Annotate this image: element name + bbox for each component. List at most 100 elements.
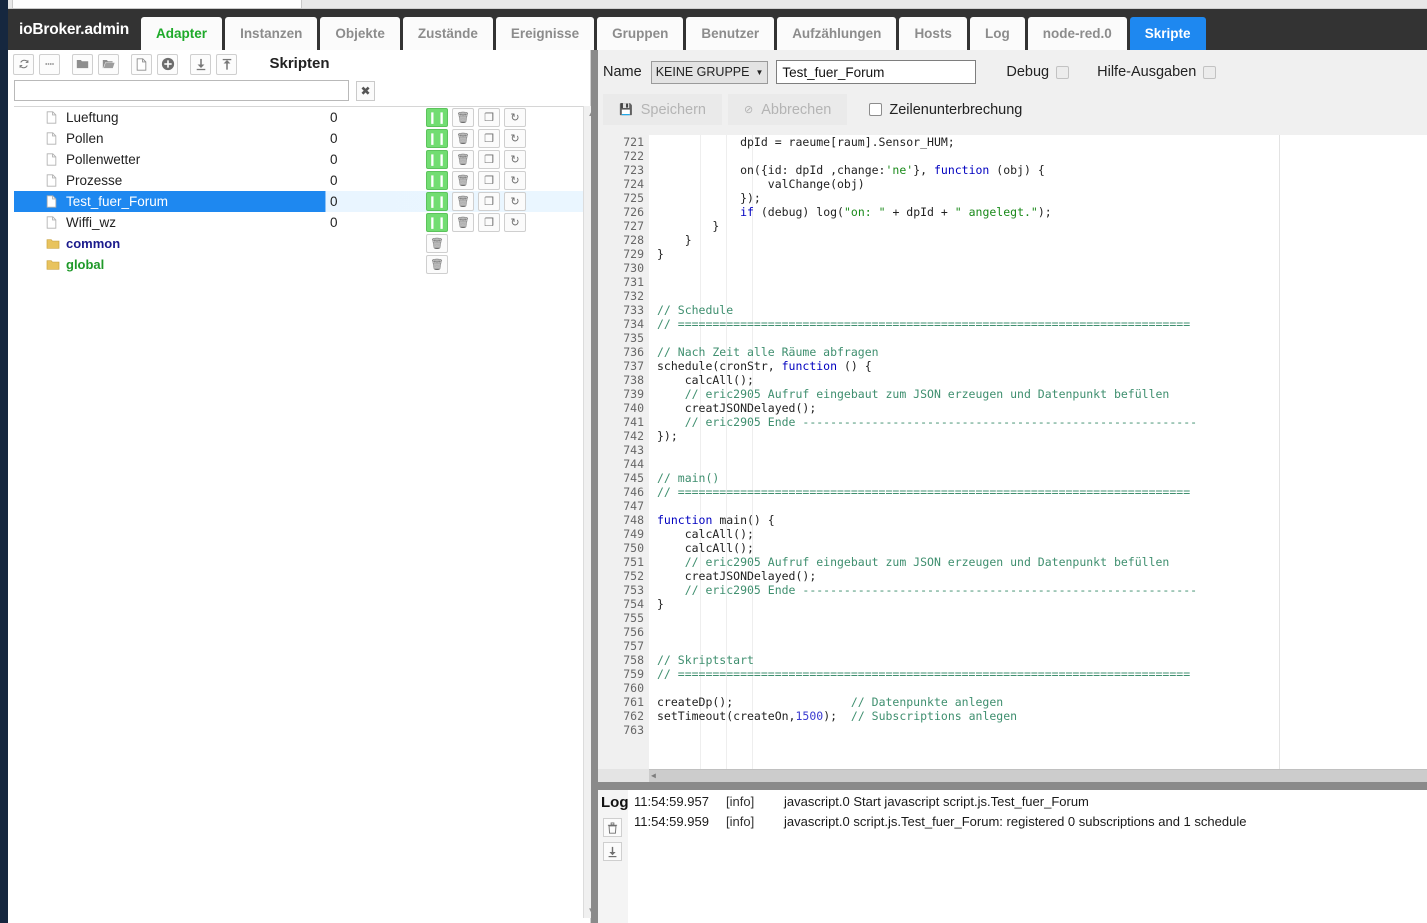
row-action-group: ❙❙ 🗑 ❐ ↻ xyxy=(426,171,526,190)
tab-log[interactable]: Log xyxy=(969,17,1025,50)
pause-icon[interactable]: ❙❙ xyxy=(426,213,448,232)
copy-icon[interactable]: ❐ xyxy=(478,213,500,232)
log-download-button[interactable] xyxy=(603,842,622,861)
tab-objekte[interactable]: Objekte xyxy=(320,17,400,50)
line-number: 754 xyxy=(623,597,644,611)
copy-icon[interactable]: ❐ xyxy=(478,108,500,127)
group-select[interactable]: KEINE GRUPPE ▼ xyxy=(650,60,769,84)
add-script-icon[interactable] xyxy=(157,53,178,75)
tab-adapter[interactable]: Adapter xyxy=(141,17,223,50)
log-clear-button[interactable] xyxy=(603,818,622,837)
script-name-input[interactable] xyxy=(776,60,977,84)
delete-icon[interactable]: 🗑 xyxy=(426,234,448,253)
folder-row[interactable]: global 🗑 xyxy=(14,254,585,275)
code-line: valChange(obj) xyxy=(657,177,865,191)
wrap-checkbox-group: Zeilenunterbrechung xyxy=(869,102,1029,118)
script-row[interactable]: Pollenwetter 0 ❙❙ 🗑 ❐ ↻ xyxy=(14,149,585,170)
delete-icon[interactable]: 🗑 xyxy=(452,171,474,190)
delete-icon[interactable]: 🗑 xyxy=(452,150,474,169)
name-label: Name xyxy=(603,64,642,80)
script-instance-count: 0 xyxy=(330,194,338,209)
restart-icon[interactable]: ↻ xyxy=(504,129,526,148)
debug-checkbox[interactable] xyxy=(1056,65,1070,79)
folder-open-icon[interactable] xyxy=(98,53,119,75)
copy-icon[interactable]: ❐ xyxy=(478,150,500,169)
download-icon[interactable] xyxy=(190,53,211,75)
debug-label: Debug xyxy=(1006,64,1050,80)
delete-icon[interactable]: 🗑 xyxy=(452,108,474,127)
main-tab-bar: ioBroker.admin Adapter Instanzen Objekte Zu… xyxy=(8,9,1427,50)
tab-node-red-0[interactable]: node-red.0 xyxy=(1027,17,1127,50)
folder-row[interactable]: common 🗑 xyxy=(14,233,585,254)
pause-icon[interactable]: ❙❙ xyxy=(426,108,448,127)
pause-icon[interactable]: ❙❙ xyxy=(426,150,448,169)
script-row[interactable]: Prozesse 0 ❙❙ 🗑 ❐ ↻ xyxy=(14,170,585,191)
log-splitter[interactable] xyxy=(598,782,1427,790)
tab-skripte[interactable]: Skripte xyxy=(1129,17,1206,50)
line-number: 721 xyxy=(623,135,644,149)
delete-icon[interactable]: 🗑 xyxy=(426,255,448,274)
script-name: Pollenwetter xyxy=(66,152,141,167)
upload-icon[interactable] xyxy=(216,53,237,75)
line-wrap-checkbox[interactable] xyxy=(869,103,883,116)
line-number: 753 xyxy=(623,583,644,597)
tab-aufz-hlungen[interactable]: Aufzählungen xyxy=(777,17,897,50)
editor-horizontal-scrollbar[interactable]: ◀ xyxy=(649,769,1427,782)
row-action-group: ❙❙ 🗑 ❐ ↻ xyxy=(426,108,526,127)
tab-benutzer[interactable]: Benutzer xyxy=(686,17,775,50)
line-number-gutter: 721722723▾724725726727728729730731732733… xyxy=(598,135,655,782)
line-number: 750 xyxy=(623,541,644,555)
line-number: 748▾ xyxy=(598,513,655,527)
delete-icon[interactable]: 🗑 xyxy=(452,213,474,232)
script-name: Test_fuer_Forum xyxy=(66,194,169,209)
hscroll-left-arrow[interactable]: ◀ xyxy=(651,771,656,780)
script-search-input[interactable] xyxy=(14,80,349,101)
pause-icon[interactable]: ❙❙ xyxy=(426,129,448,148)
help-output-label: Hilfe-Ausgaben xyxy=(1097,64,1197,80)
script-row[interactable]: Pollen 0 ❙❙ 🗑 ❐ ↻ xyxy=(14,128,585,149)
refresh-icon[interactable] xyxy=(13,53,34,75)
cancel-button[interactable]: ⊘ Abbrechen xyxy=(728,94,848,125)
script-row[interactable]: Wiffi_wz 0 ❙❙ 🗑 ❐ ↻ xyxy=(14,212,585,233)
restart-icon[interactable]: ↻ xyxy=(504,150,526,169)
restart-icon[interactable]: ↻ xyxy=(504,213,526,232)
code-line: // =====================================… xyxy=(657,485,1191,499)
help-output-checkbox[interactable] xyxy=(1203,65,1217,79)
script-row[interactable]: Test_fuer_Forum 0 ❙❙ 🗑 ❐ ↻ xyxy=(14,191,585,212)
expand-all-icon[interactable] xyxy=(39,53,60,75)
panel-divider[interactable] xyxy=(591,50,598,923)
code-line: // Nach Zeit alle Räume abfragen xyxy=(657,345,879,359)
tab-zust-nde[interactable]: Zustände xyxy=(402,17,493,50)
code-editor[interactable]: 721722723▾724725726727728729730731732733… xyxy=(598,135,1427,782)
copy-icon[interactable]: ❐ xyxy=(478,171,500,190)
line-number: 744 xyxy=(623,457,644,471)
search-clear-button[interactable]: ✖ xyxy=(356,80,375,101)
line-number: 749 xyxy=(623,527,644,541)
tab-gruppen[interactable]: Gruppen xyxy=(597,17,684,50)
tab-ereignisse[interactable]: Ereignisse xyxy=(495,17,595,50)
copy-icon[interactable]: ❐ xyxy=(478,192,500,211)
copy-icon[interactable]: ❐ xyxy=(478,129,500,148)
page-body: Skripten ✖ Lueftung 0 ❙❙ 🗑 ❐ ↻ Pollen 0 … xyxy=(8,50,1427,923)
line-number: 761 xyxy=(623,695,644,709)
pause-icon[interactable]: ❙❙ xyxy=(426,192,448,211)
code-line: schedule(cronStr, function () { xyxy=(657,359,872,373)
folder-closed-icon[interactable] xyxy=(72,53,93,75)
delete-icon[interactable]: 🗑 xyxy=(452,129,474,148)
save-button[interactable]: 💾 Speichern xyxy=(603,94,722,125)
tab-hosts[interactable]: Hosts xyxy=(899,17,967,50)
pause-icon[interactable]: ❙❙ xyxy=(426,171,448,190)
new-file-icon[interactable] xyxy=(131,53,152,75)
restart-icon[interactable]: ↻ xyxy=(504,171,526,190)
line-number: 726 xyxy=(623,205,644,219)
script-row[interactable]: Lueftung 0 ❙❙ 🗑 ❐ ↻ xyxy=(14,107,585,128)
line-number: 747 xyxy=(623,499,644,513)
delete-icon[interactable]: 🗑 xyxy=(452,192,474,211)
tab-instanzen[interactable]: Instanzen xyxy=(225,17,318,50)
restart-icon[interactable]: ↻ xyxy=(504,108,526,127)
code-area[interactable]: dpId = raeume[raum].Sensor_HUM; on({id: … xyxy=(649,135,1427,782)
restart-icon[interactable]: ↻ xyxy=(504,192,526,211)
cancel-label: Abbrechen xyxy=(761,101,832,118)
